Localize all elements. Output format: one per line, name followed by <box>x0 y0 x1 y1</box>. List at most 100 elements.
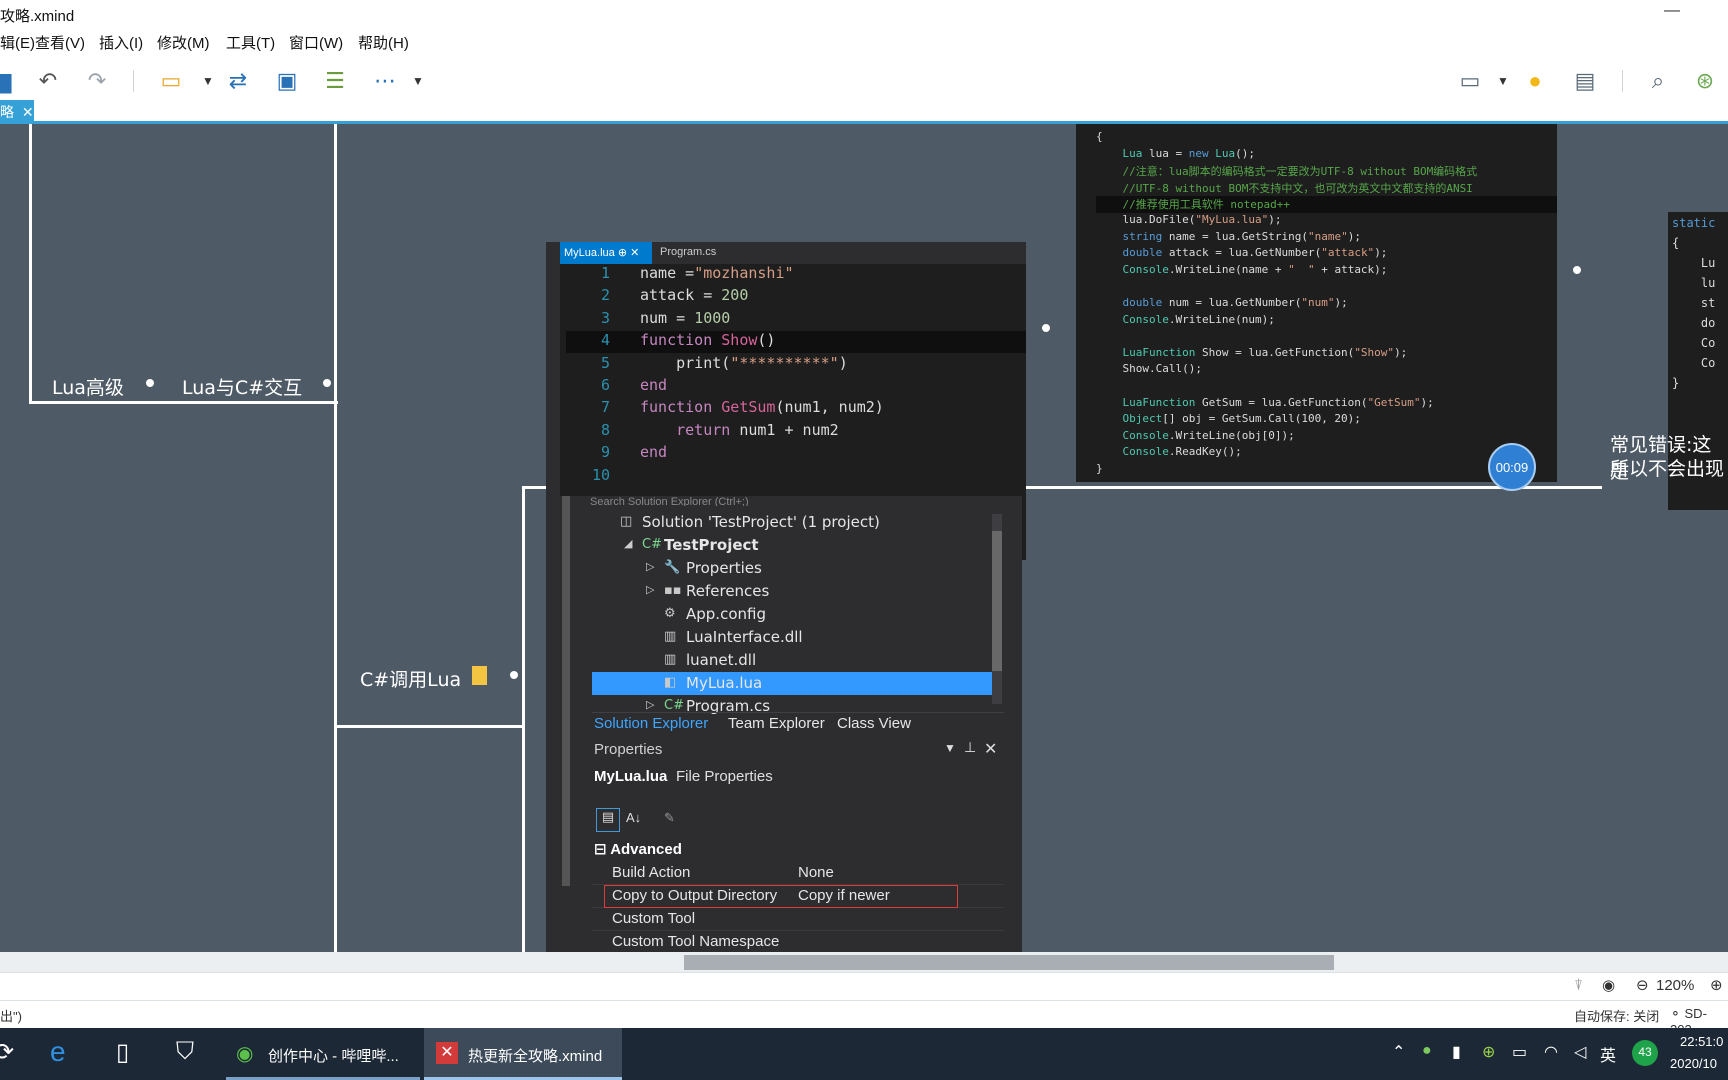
code-line: lua.DoFile("MyLua.lua"); <box>1096 212 1282 226</box>
wifi-icon[interactable]: ◠ <box>1544 1042 1558 1062</box>
zoom-bar: ⍒ ◉ ⊖ 120% ⊕ <box>0 972 1728 1000</box>
summary-icon[interactable]: ☰ <box>320 66 350 96</box>
eye-icon[interactable]: ◉ <box>1602 976 1615 994</box>
tray-app-icon[interactable]: ● <box>1422 1042 1432 1060</box>
solution-search: Search Solution Explorer (Ctrl+;) <box>590 496 749 506</box>
pin-icon: ⊥ <box>964 739 977 755</box>
note-icon[interactable] <box>472 666 487 685</box>
presentation-icon[interactable]: ▭ <box>1455 66 1485 96</box>
scrollbar-thumb[interactable] <box>684 955 1334 970</box>
config-icon: ⚙ <box>664 606 676 621</box>
code-line: Co <box>1672 336 1716 350</box>
connector-line <box>334 124 337 952</box>
search-icon[interactable]: ⌕ <box>1643 66 1673 96</box>
dll-icon: ▥ <box>664 629 677 644</box>
code-line: Show.Call(); <box>1096 362 1202 376</box>
code-line: 7 function GetSum(num1, num2) <box>600 398 884 417</box>
save-icon[interactable]: ▆ <box>0 66 18 96</box>
file-icon[interactable]: ▯ <box>116 1038 129 1067</box>
more-icon[interactable]: ⋯ <box>370 66 400 96</box>
menu-view[interactable]: 查看(V) <box>35 32 85 53</box>
connector-line <box>522 487 525 952</box>
connector-line <box>29 401 338 404</box>
tree-item: ◫ Solution 'TestProject' (1 project) <box>620 513 880 531</box>
outline-icon[interactable]: ▤ <box>1570 66 1600 96</box>
node-lua-cs-interaction[interactable]: Lua与C#交互 <box>182 373 302 400</box>
relationship-icon[interactable]: ⇄ <box>223 66 253 96</box>
code-line: 2 attack = 200 <box>600 286 749 305</box>
node-lua-advanced[interactable]: Lua高级 <box>52 373 124 400</box>
code-line: 3 num = 1000 <box>600 308 731 327</box>
edge-icon[interactable]: e <box>50 1036 66 1068</box>
collapse-icon[interactable] <box>1040 322 1052 334</box>
menu-tools[interactable]: 工具(T) <box>226 32 275 53</box>
share-icon[interactable]: ⊛ <box>1690 66 1720 96</box>
battery-icon[interactable]: ▭ <box>1512 1042 1527 1062</box>
code-line: { <box>1096 130 1103 143</box>
autosave-status[interactable]: 自动保存: 关闭 <box>1574 1006 1659 1025</box>
menu-edit[interactable]: 辑(E) <box>0 32 35 53</box>
tab-document[interactable]: 略 ✕ <box>0 100 34 122</box>
minimize-button[interactable]: — <box>1664 2 1680 20</box>
undo-icon[interactable]: ↶ <box>33 66 63 96</box>
collapse-icon[interactable] <box>1571 264 1583 276</box>
code-line: Co <box>1672 356 1716 370</box>
topic-icon[interactable]: ▭ <box>156 66 186 96</box>
zoom-out-icon[interactable]: ⊖ <box>1636 976 1649 994</box>
close-icon[interactable]: ✕ <box>22 104 34 120</box>
ime-indicator[interactable]: 英 <box>1600 1042 1616 1066</box>
menu-insert[interactable]: 插入(I) <box>99 32 143 53</box>
code-line: Lu <box>1672 256 1716 270</box>
code-line: lu <box>1672 276 1716 290</box>
alphabetical-icon: A↓ <box>626 810 642 825</box>
tree-item: ▥ LuaInterface.dll <box>664 628 803 646</box>
note-text-2: 所以不会出现 <box>1610 458 1725 480</box>
more-dropdown-icon[interactable]: ▼ <box>403 66 433 96</box>
menu-modify[interactable]: 修改(M) <box>157 32 210 53</box>
status-bar: 出") 自动保存: 关闭 ⚬ SD-202 <box>0 1000 1728 1037</box>
code-line: //UTF-8 without BOM不支持中文，也可改为英文中文都支持的ANS… <box>1096 181 1473 195</box>
tab-program: Program.cs <box>660 246 717 258</box>
search-taskbar-icon[interactable]: ⟳ <box>0 1038 14 1067</box>
menu-help[interactable]: 帮助(H) <box>358 32 409 53</box>
store-icon[interactable]: ⛉ <box>176 1038 194 1066</box>
zoom-in-icon[interactable]: ⊕ <box>1710 976 1723 994</box>
boundary-icon[interactable]: ▣ <box>272 66 302 96</box>
recording-timer[interactable]: 00:09 <box>1488 443 1536 491</box>
filter-icon[interactable]: ⍒ <box>1574 977 1583 994</box>
menu-window[interactable]: 窗口(W) <box>289 32 343 53</box>
section-advanced: ⊟ Advanced <box>594 841 682 858</box>
taskbar-item-xmind[interactable]: ✕ 热更新全攻略.xmind <box>424 1028 622 1080</box>
idea-icon[interactable]: ● <box>1520 66 1550 96</box>
code-line: { <box>1672 236 1680 250</box>
microphone-icon[interactable]: ▮ <box>1452 1042 1461 1062</box>
code-line: Console.WriteLine(obj[0]); <box>1122 428 1295 442</box>
volume-icon[interactable]: ◁ <box>1574 1042 1586 1062</box>
collapse-icon[interactable] <box>508 669 520 681</box>
clock-date[interactable]: 2020/10 <box>1670 1056 1717 1071</box>
node-cs-call-lua[interactable]: C#调用Lua <box>360 665 461 692</box>
notification-badge[interactable]: 43 <box>1632 1040 1658 1066</box>
csharp-code: { Lua lua = new Lua(); //注意：lua脚本的编码格式一定… <box>1096 130 1557 478</box>
tray-plus-icon[interactable]: ⊕ <box>1482 1042 1495 1062</box>
document-tabs: 略 ✕ <box>0 100 1728 124</box>
tree-item: ▷ ▪▪ References <box>646 582 770 600</box>
tree-item: ◧ MyLua.lua <box>592 672 992 695</box>
horizontal-scrollbar[interactable] <box>0 952 1728 972</box>
code-line: 1 name ="mozhanshi" <box>600 264 794 282</box>
clock-time[interactable]: 22:51:0 <box>1680 1034 1723 1049</box>
browser-icon: ◉ <box>236 1043 254 1065</box>
collapse-icon[interactable] <box>144 377 156 389</box>
presentation-dropdown-icon[interactable]: ▼ <box>1488 66 1518 96</box>
wrench-icon: ✎ <box>664 810 675 825</box>
code-line: do <box>1672 316 1716 330</box>
topic-dropdown-icon[interactable]: ▼ <box>193 66 223 96</box>
collapse-icon[interactable] <box>321 377 333 389</box>
taskbar-item-browser[interactable]: ◉ 创作中心 - 哔哩哔... <box>226 1028 420 1080</box>
csharp-editor-image: { Lua lua = new Lua(); //注意：lua脚本的编码格式一定… <box>1076 124 1557 482</box>
redo-icon[interactable]: ↷ <box>82 66 112 96</box>
code-line: } <box>1672 376 1680 390</box>
chevron-up-icon[interactable]: ⌃ <box>1392 1042 1405 1062</box>
